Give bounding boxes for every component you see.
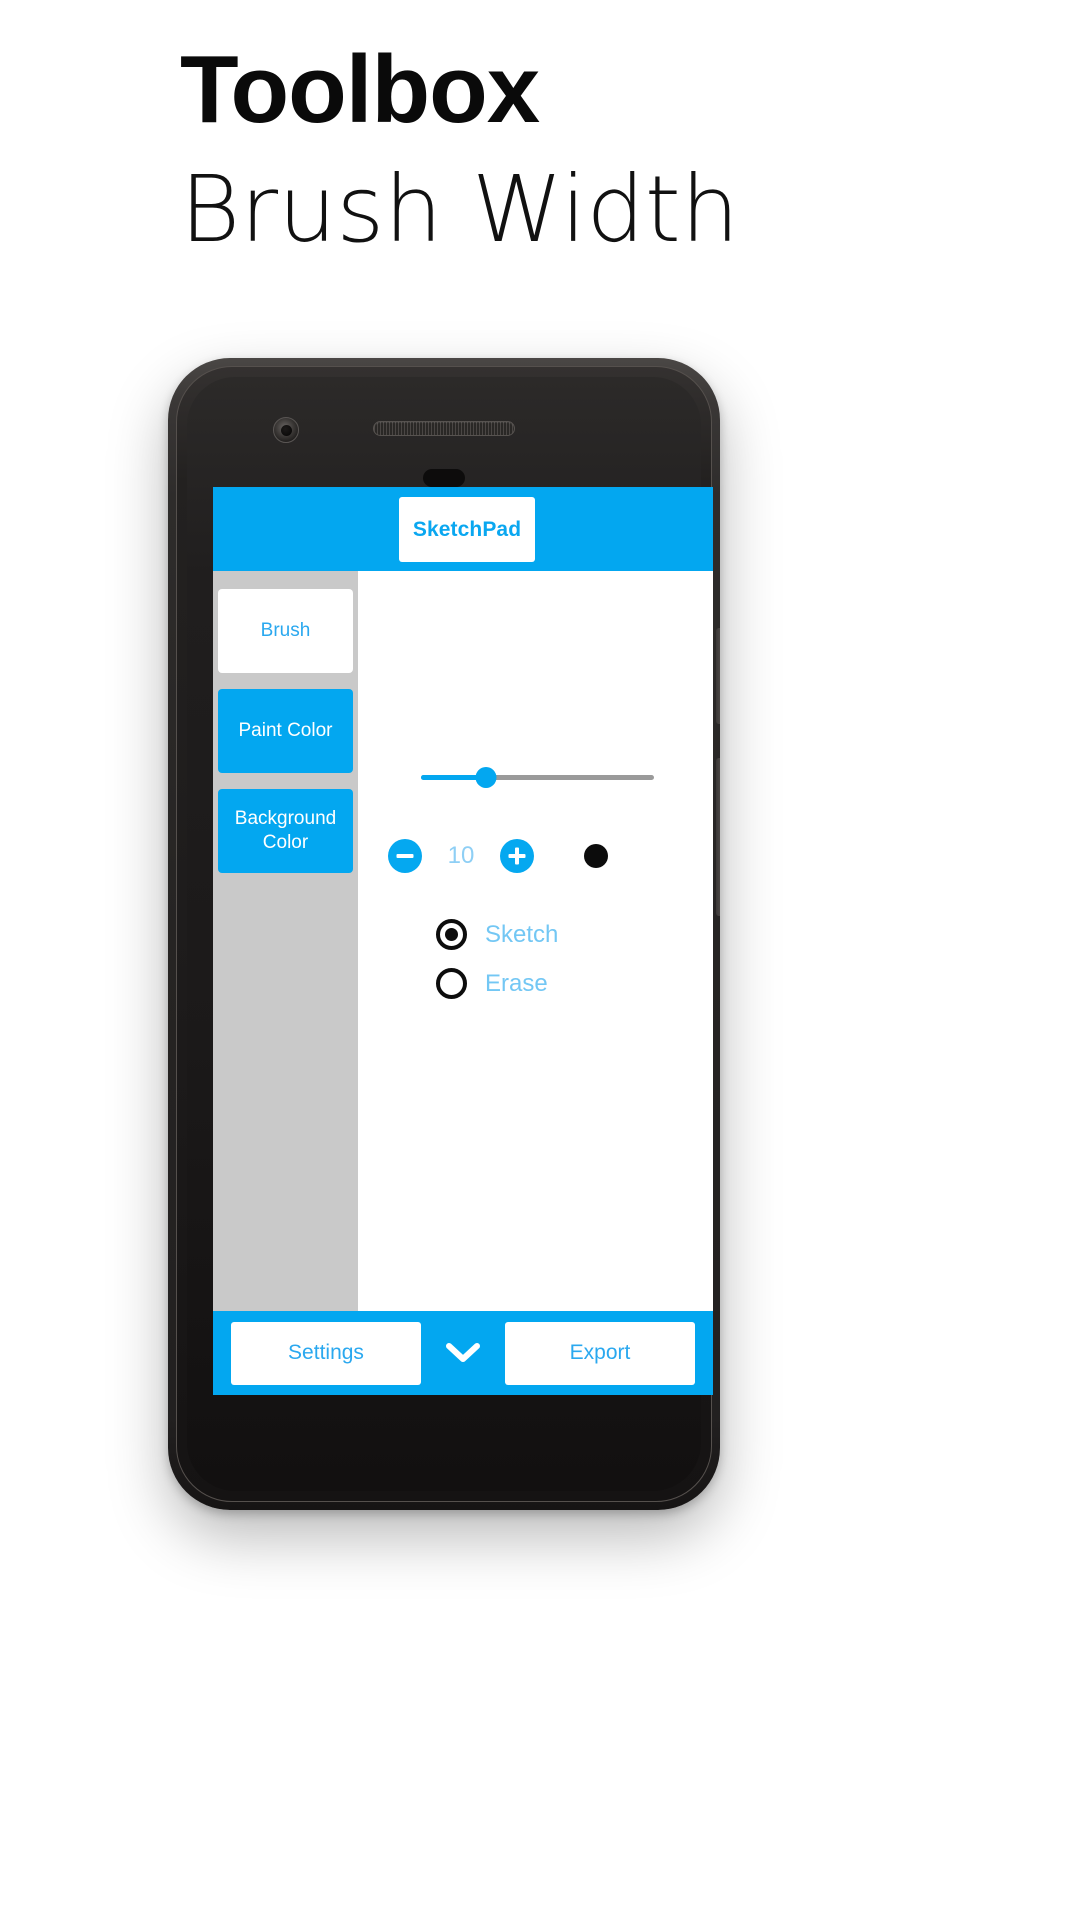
proximity-sensor-icon <box>423 469 465 487</box>
phone-glass: SketchPad Brush Paint Color Background C… <box>187 377 713 1491</box>
expand-button[interactable] <box>421 1322 505 1385</box>
radio-dot-icon <box>445 928 458 941</box>
sidebar-item-background-color[interactable]: Background Color <box>218 789 353 873</box>
app-screen: SketchPad Brush Paint Color Background C… <box>213 487 713 1395</box>
sidebar-item-paint-color[interactable]: Paint Color <box>218 689 353 773</box>
page-title: Toolbox <box>180 36 540 143</box>
brush-panel: 10 Sketch Erase <box>358 571 713 1311</box>
appbar-title-button[interactable]: SketchPad <box>399 497 535 562</box>
camera-icon <box>273 417 299 443</box>
minus-icon <box>396 854 414 858</box>
brush-mode-group: Sketch Erase <box>436 919 558 1017</box>
settings-button[interactable]: Settings <box>231 1321 421 1385</box>
radio-icon-unselected[interactable] <box>436 968 467 999</box>
screenshot-root: Toolbox Brush Width SketchPad Brush Pain… <box>0 0 1080 1920</box>
export-button[interactable]: Export <box>505 1321 695 1385</box>
app-bar: SketchPad <box>213 487 713 571</box>
radio-option-erase[interactable]: Erase <box>436 968 558 999</box>
increment-button[interactable] <box>500 839 534 873</box>
brush-width-value: 10 <box>447 842 475 869</box>
radio-option-sketch[interactable]: Sketch <box>436 919 558 950</box>
radio-icon-selected[interactable] <box>436 919 467 950</box>
page-subtitle: Brush Width <box>180 155 740 263</box>
slider-thumb[interactable] <box>475 767 497 788</box>
brush-width-stepper: 10 <box>388 833 658 879</box>
bottom-toolbar: Settings Export <box>213 1311 713 1395</box>
decrement-button[interactable] <box>388 839 422 873</box>
plus-icon-vertical <box>515 847 519 865</box>
sidebar-item-brush[interactable]: Brush <box>218 589 353 673</box>
sidebar: Brush Paint Color Background Color <box>213 571 358 1311</box>
app-body: Brush Paint Color Background Color 10 Sk… <box>213 571 713 1311</box>
brush-size-preview <box>584 844 608 868</box>
phone-mockup: SketchPad Brush Paint Color Background C… <box>168 358 720 1510</box>
power-button[interactable] <box>716 628 720 724</box>
brush-width-slider[interactable] <box>421 767 654 788</box>
speaker-grille-icon <box>373 421 515 436</box>
volume-button[interactable] <box>716 758 720 916</box>
radio-label-sketch: Sketch <box>485 920 559 948</box>
page-heading: Toolbox Brush Width <box>0 0 1080 263</box>
radio-label-erase: Erase <box>485 969 548 997</box>
brush-preview-slot <box>534 844 658 868</box>
chevron-down-icon <box>446 1343 480 1362</box>
phone-bezel: SketchPad Brush Paint Color Background C… <box>176 366 713 1502</box>
